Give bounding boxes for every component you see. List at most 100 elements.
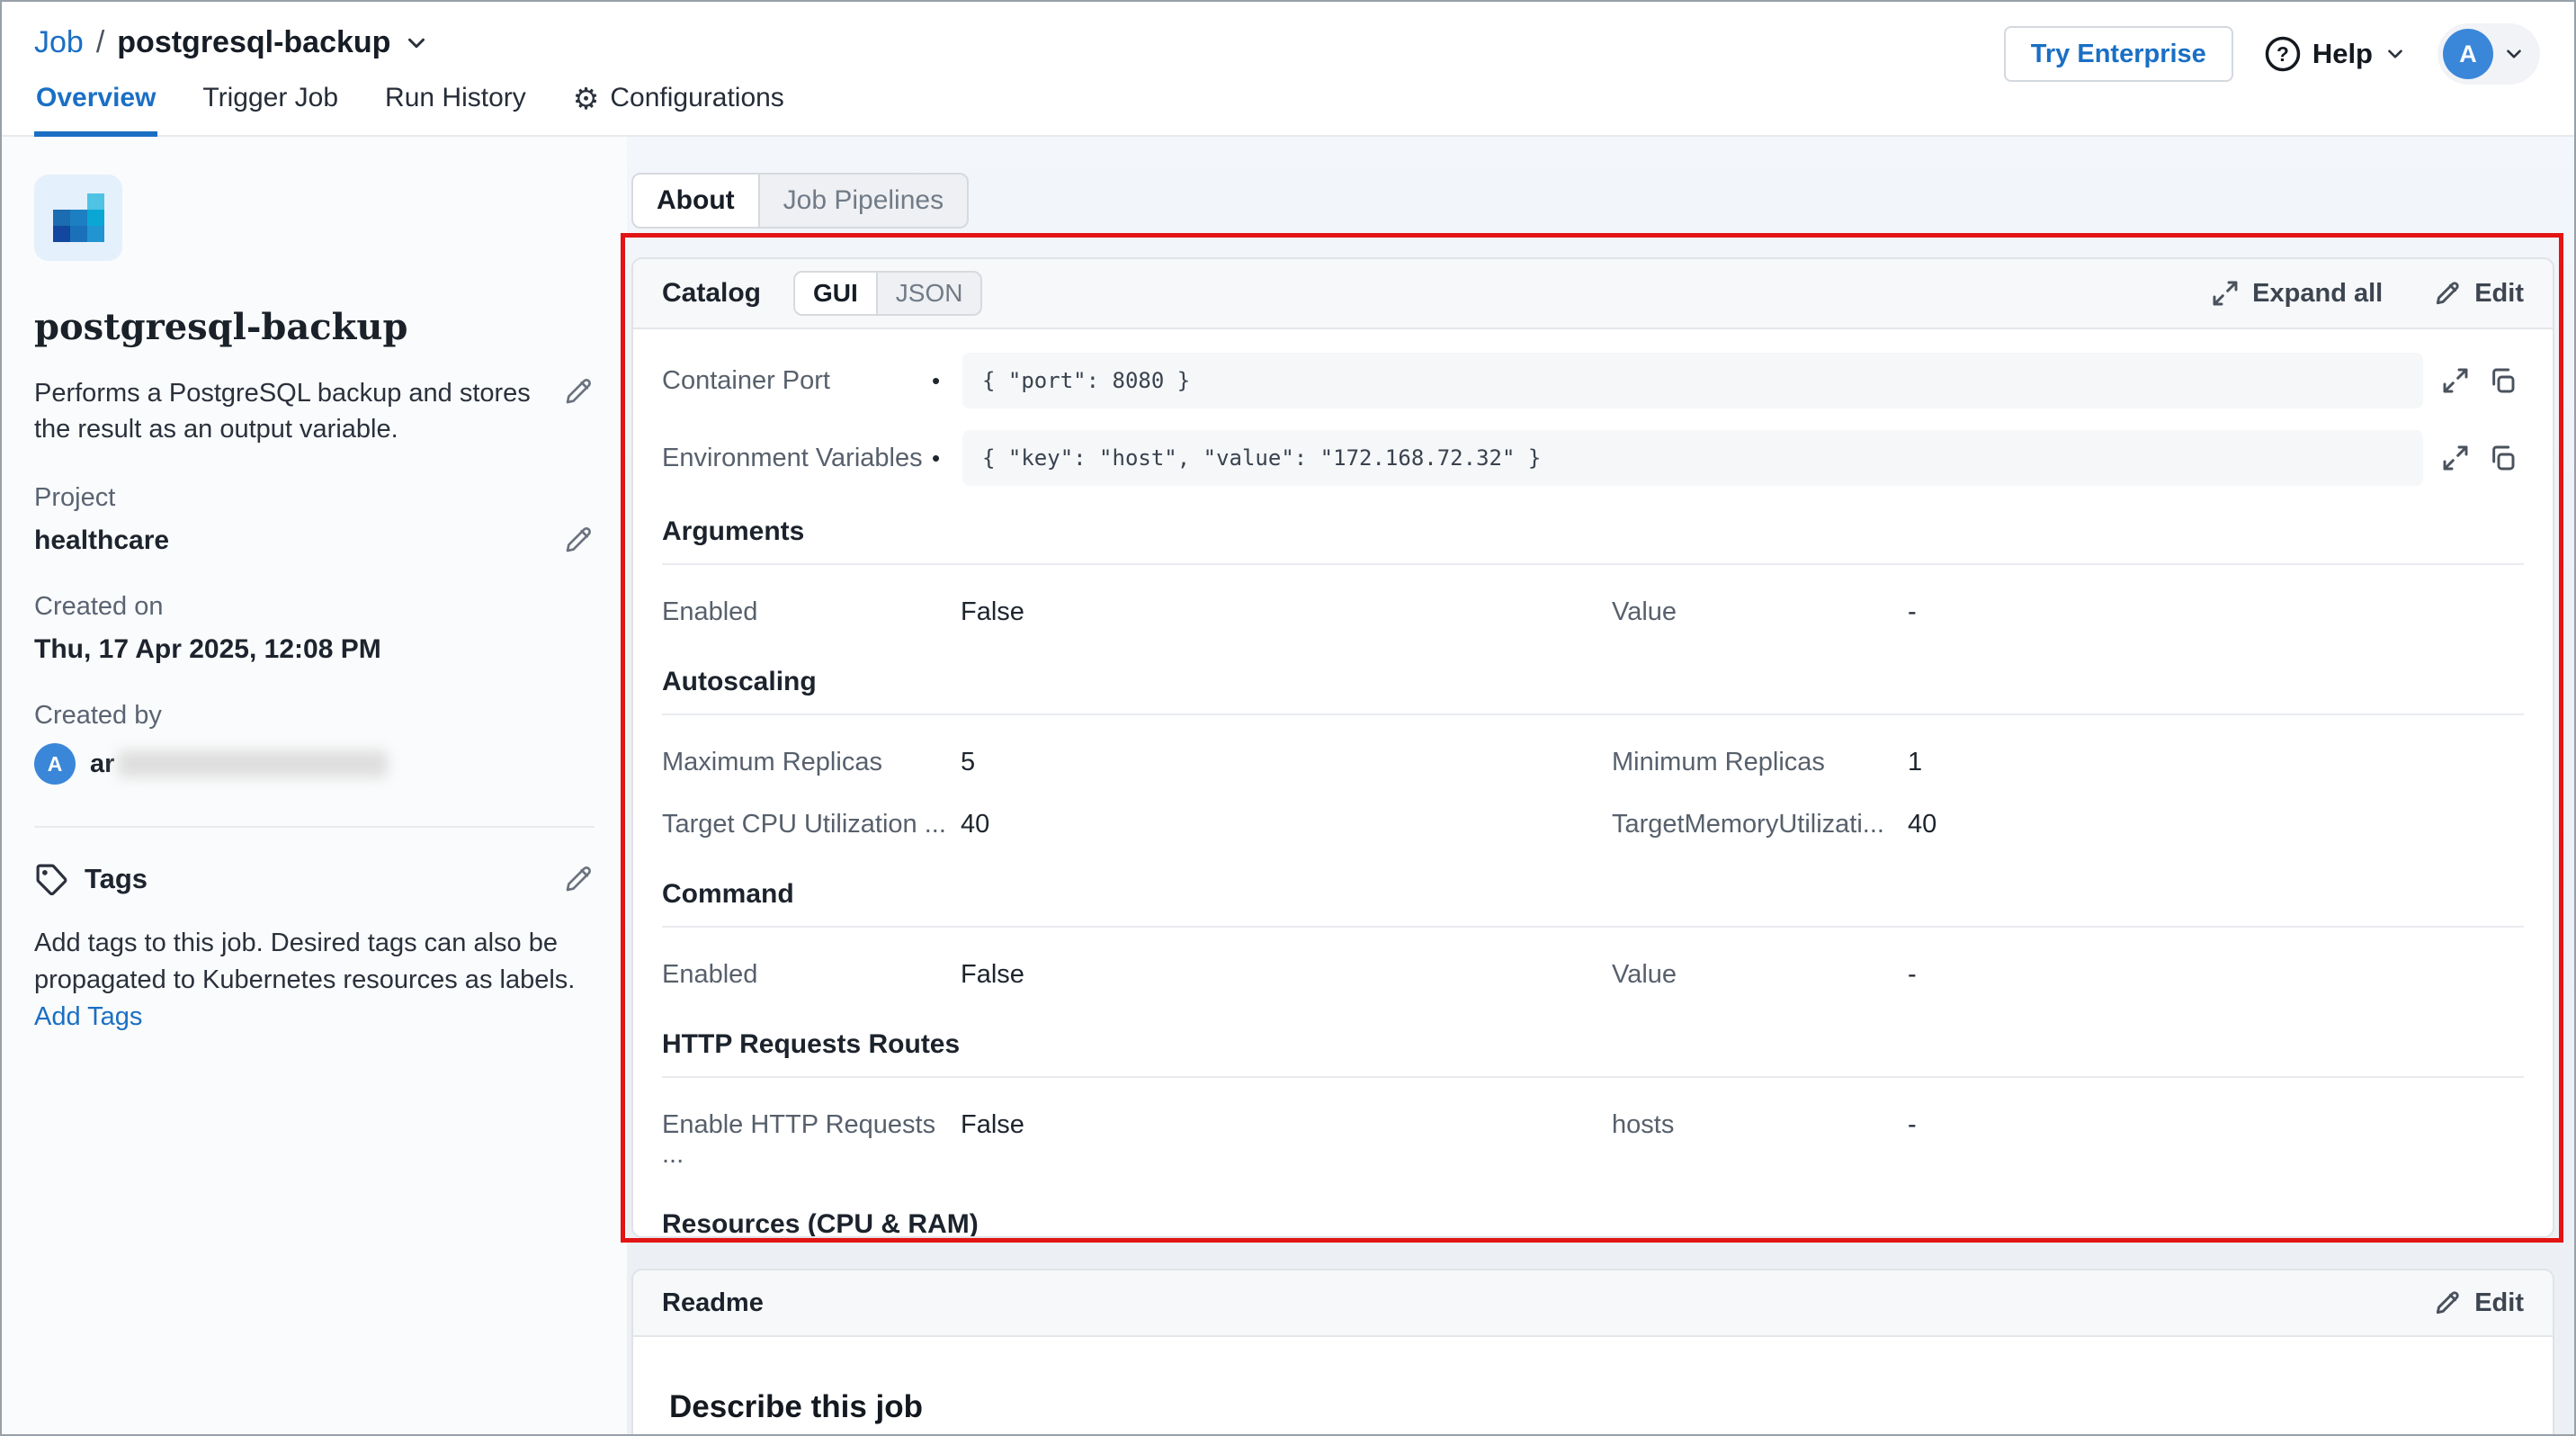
tab-about[interactable]: About <box>633 175 760 227</box>
catalog-body: Container Port • { "port": 8080 } <box>633 329 2553 1238</box>
field-value-box[interactable]: { "port": 8080 } <box>962 353 2423 408</box>
readme-title: Readme <box>662 1288 764 1318</box>
tags-description: Add tags to this job. Desired tags can a… <box>34 925 595 1036</box>
user-chevron-down-icon <box>2502 42 2526 66</box>
help-question-icon: ? <box>2264 35 2302 73</box>
catalog-header: Catalog GUI JSON Expand all <box>633 259 2553 329</box>
created-by-name: ar <box>90 749 114 779</box>
readme-heading: Describe this job <box>669 1389 2517 1425</box>
copy-icon[interactable] <box>2488 366 2517 395</box>
copy-icon[interactable] <box>2488 444 2517 472</box>
job-description-row: Performs a PostgreSQL backup and stores … <box>34 375 595 447</box>
edit-pencil-icon <box>2433 279 2462 308</box>
section-title: Arguments <box>662 516 2524 547</box>
catalog-title: Catalog <box>662 278 761 309</box>
job-logo <box>34 175 122 261</box>
section-title: HTTP Requests Routes <box>662 1029 2524 1060</box>
toggle-json[interactable]: JSON <box>878 273 981 314</box>
help-chevron-down-icon <box>2384 42 2407 66</box>
project-label: Project <box>34 483 562 513</box>
content: postgresql-backup Performs a PostgreSQL … <box>2 137 2574 1436</box>
description-edit-icon[interactable] <box>562 375 595 408</box>
breadcrumb-chevron-down-icon[interactable] <box>403 30 430 57</box>
section-title: Resources (CPU & RAM) <box>662 1209 2524 1238</box>
project-edit-icon[interactable] <box>562 524 595 556</box>
help-menu[interactable]: ? Help <box>2264 35 2407 73</box>
section-arguments: Arguments Enabled False Value - <box>662 516 2524 627</box>
sidebar-divider <box>34 826 595 828</box>
created-by-label: Created by <box>34 701 595 731</box>
section-http-requests-routes: HTTP Requests Routes Enable HTTP Request… <box>662 1029 2524 1170</box>
field-label: Environment Variables <box>662 444 932 473</box>
add-tags-link[interactable]: Add Tags <box>34 1002 142 1031</box>
section-divider <box>662 1076 2524 1078</box>
user-menu[interactable]: A <box>2437 23 2540 85</box>
field-row-environment-variables: Environment Variables • { "key": "host",… <box>662 430 2524 486</box>
gear-icon: ⚙ <box>573 84 600 113</box>
tab-overview[interactable]: Overview <box>34 83 157 137</box>
catalog-card: Catalog GUI JSON Expand all <box>631 257 2554 1238</box>
catalog-edit-button[interactable]: Edit <box>2433 279 2524 309</box>
section-title: Command <box>662 879 2524 910</box>
project-value: healthcare <box>34 525 562 556</box>
expand-icon[interactable] <box>2441 444 2470 472</box>
avatar: A <box>2443 29 2493 79</box>
breadcrumb-job-link[interactable]: Job <box>34 25 84 60</box>
tab-run-history[interactable]: Run History <box>383 83 528 137</box>
breadcrumb: Job / postgresql-backup <box>34 25 430 60</box>
job-title: postgresql-backup <box>34 306 595 348</box>
created-by-redacted <box>118 750 388 777</box>
edit-pencil-icon <box>2433 1288 2462 1317</box>
toggle-gui[interactable]: GUI <box>795 273 878 314</box>
kv-row: Maximum Replicas 5 Minimum Replicas 1 <box>662 748 2524 777</box>
tags-header: Tags <box>34 862 595 896</box>
app-window: Job / postgresql-backup Overview Trigger… <box>0 0 2576 1436</box>
section-autoscaling: Autoscaling Maximum Replicas 5 Minimum R… <box>662 667 2524 839</box>
tags-edit-icon[interactable] <box>562 863 595 895</box>
tag-icon <box>34 862 68 896</box>
try-enterprise-button[interactable]: Try Enterprise <box>2004 26 2233 82</box>
readme-edit-button[interactable]: Edit <box>2433 1288 2524 1318</box>
expand-icon[interactable] <box>2441 366 2470 395</box>
section-command: Command Enabled False Value - <box>662 879 2524 990</box>
catalog-view-toggle: GUI JSON <box>793 271 982 316</box>
field-label: Container Port <box>662 366 932 396</box>
created-by-block: Created by A ar <box>34 701 595 785</box>
app-header: Job / postgresql-backup Overview Trigger… <box>2 2 2574 137</box>
project-block: Project healthcare <box>34 483 595 556</box>
header-actions: Try Enterprise ? Help A <box>2004 23 2540 85</box>
tags-title: Tags <box>85 863 546 895</box>
breadcrumb-job-name: postgresql-backup <box>117 25 390 60</box>
tab-job-pipelines[interactable]: Job Pipelines <box>760 175 967 227</box>
kv-row: Enable HTTP Requests ... False hosts - <box>662 1110 2524 1170</box>
section-title: Autoscaling <box>662 667 2524 697</box>
tab-configurations[interactable]: ⚙ Configurations <box>571 83 786 137</box>
expand-icon <box>2211 279 2240 308</box>
kv-row: Target CPU Utilization ... 40 TargetMemo… <box>662 810 2524 839</box>
main-panel: About Job Pipelines Catalog GUI JSON <box>627 137 2574 1436</box>
created-on-label: Created on <box>34 592 595 622</box>
readme-header: Readme Edit <box>633 1270 2553 1337</box>
about-tabs: About Job Pipelines <box>631 173 969 229</box>
section-divider <box>662 714 2524 715</box>
section-divider <box>662 563 2524 565</box>
job-description: Performs a PostgreSQL backup and stores … <box>34 375 539 447</box>
help-label: Help <box>2312 38 2373 70</box>
bullet-icon: • <box>932 367 962 395</box>
bar-chart-icon <box>53 193 104 242</box>
created-on-value: Thu, 17 Apr 2025, 12:08 PM <box>34 634 595 665</box>
readme-body: Describe this job <box>633 1337 2553 1436</box>
expand-all-button[interactable]: Expand all <box>2211 279 2383 309</box>
field-value-box[interactable]: { "key": "host", "value": "172.168.72.32… <box>962 430 2423 486</box>
sidebar: postgresql-backup Performs a PostgreSQL … <box>2 137 627 1436</box>
created-on-block: Created on Thu, 17 Apr 2025, 12:08 PM <box>34 592 595 665</box>
page-tabs: Overview Trigger Job Run History ⚙ Confi… <box>34 83 786 137</box>
readme-card: Readme Edit Describe this job <box>631 1269 2554 1436</box>
field-row-container-port: Container Port • { "port": 8080 } <box>662 353 2524 408</box>
kv-row: Enabled False Value - <box>662 960 2524 990</box>
created-by-avatar: A <box>34 743 76 785</box>
section-divider <box>662 926 2524 928</box>
svg-text:?: ? <box>2276 42 2289 66</box>
tab-trigger-job[interactable]: Trigger Job <box>201 83 340 137</box>
kv-row: Enabled False Value - <box>662 597 2524 627</box>
